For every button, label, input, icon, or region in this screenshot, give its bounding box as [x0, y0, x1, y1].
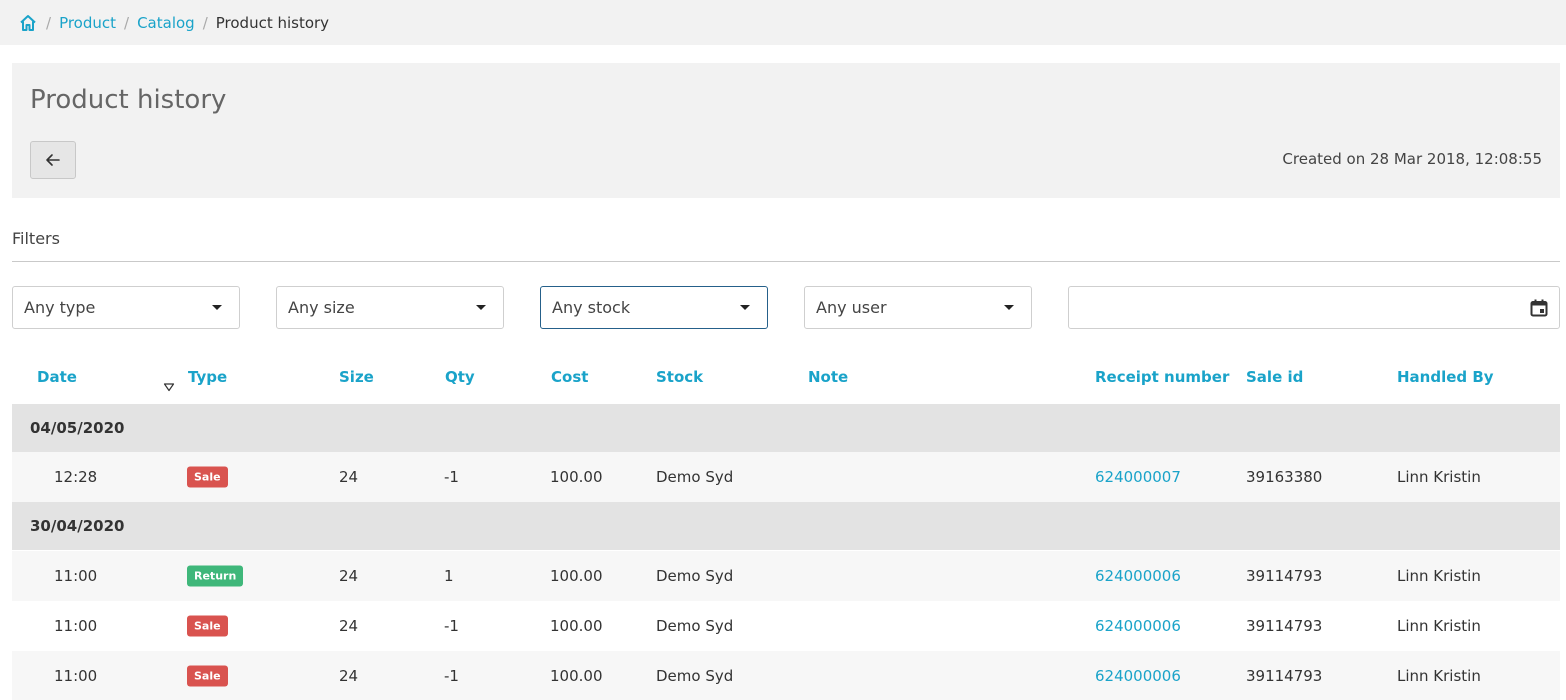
row-stock: Demo Syd [656, 666, 734, 685]
back-button[interactable] [30, 141, 76, 179]
row-handled-by: Linn Kristin [1397, 567, 1481, 585]
row-time: 11:00 [54, 617, 98, 635]
row-size: 24 [339, 468, 359, 486]
column-header-qty[interactable]: Qty [445, 368, 475, 386]
table-row[interactable]: 11:00 Return 24 1 100.00 Demo Syd 624000… [12, 551, 1560, 601]
row-type: Sale [187, 615, 228, 637]
arrow-left-icon [46, 154, 60, 166]
row-size: 24 [339, 617, 359, 635]
row-type: Sale [187, 466, 228, 488]
size-filter-value: Any size [288, 298, 355, 317]
caret-down-icon [1004, 305, 1014, 310]
row-cost: 100.00 [550, 617, 603, 635]
row-type: Return [187, 565, 244, 587]
row-receipt-link[interactable]: 624000006 [1095, 567, 1181, 585]
breadcrumb: / Product / Catalog / Product history [0, 0, 1566, 45]
row-receipt-link[interactable]: 624000006 [1095, 667, 1181, 685]
row-type: Sale [187, 665, 228, 686]
row-sale-id: 39114793 [1246, 666, 1323, 685]
row-qty: -1 [444, 468, 459, 486]
calendar-icon[interactable] [1529, 298, 1549, 318]
caret-down-icon [212, 305, 222, 310]
row-size: 24 [339, 567, 359, 585]
row-time: 11:00 [54, 567, 98, 585]
home-icon[interactable] [18, 13, 38, 33]
caret-down-icon [740, 305, 750, 310]
created-timestamp: Created on 28 Mar 2018, 12:08:55 [1282, 150, 1542, 168]
row-qty: -1 [444, 666, 459, 685]
row-cost: 100.00 [550, 666, 603, 685]
sort-descending-icon[interactable] [163, 377, 175, 392]
column-header-note[interactable]: Note [808, 368, 848, 386]
row-sale-id: 39114793 [1246, 617, 1323, 635]
table-row[interactable]: 11:00 Sale 24 -1 100.00 Demo Syd 6240000… [12, 651, 1560, 700]
row-handled-by: Linn Kristin [1397, 617, 1481, 635]
breadcrumb-separator: / [124, 13, 130, 32]
breadcrumb-separator: / [46, 13, 52, 32]
row-cost: 100.00 [550, 567, 603, 585]
type-filter-select[interactable]: Any type [12, 286, 240, 329]
row-handled-by: Linn Kristin [1397, 468, 1481, 486]
row-qty: 1 [444, 567, 454, 585]
column-header-stock[interactable]: Stock [656, 368, 703, 386]
stock-filter-select[interactable]: Any stock [540, 286, 768, 329]
date-group-row: 04/05/2020 [12, 404, 1560, 452]
column-header-sale-id[interactable]: Sale id [1246, 368, 1303, 386]
column-header-size[interactable]: Size [339, 368, 374, 386]
date-range-input[interactable] [1068, 286, 1560, 329]
breadcrumb-separator: / [202, 13, 208, 32]
row-qty: -1 [444, 617, 459, 635]
caret-down-icon [476, 305, 486, 310]
date-group-row: 30/04/2020 [12, 502, 1560, 550]
header-panel: Product history Created on 28 Mar 2018, … [12, 63, 1560, 198]
sale-badge: Sale [187, 466, 228, 488]
column-header-cost[interactable]: Cost [551, 368, 588, 386]
column-header-receipt-number[interactable]: Receipt number [1095, 368, 1229, 386]
column-header-date[interactable]: Date [37, 368, 77, 386]
row-stock: Demo Syd [656, 468, 734, 486]
breadcrumb-product-link[interactable]: Product [59, 14, 116, 32]
group-date: 04/05/2020 [30, 419, 125, 437]
breadcrumb-current: Product history [215, 13, 330, 32]
row-stock: Demo Syd [656, 617, 734, 635]
user-filter-select[interactable]: Any user [804, 286, 1032, 329]
row-size: 24 [339, 666, 359, 685]
row-time: 11:00 [54, 666, 98, 685]
table-row[interactable]: 12:28 Sale 24 -1 100.00 Demo Syd 6240000… [12, 452, 1560, 502]
sale-badge: Sale [187, 665, 228, 686]
row-cost: 100.00 [550, 468, 603, 486]
row-receipt-link[interactable]: 624000006 [1095, 617, 1181, 635]
filters-divider [12, 261, 1560, 262]
row-stock: Demo Syd [656, 567, 734, 585]
row-handled-by: Linn Kristin [1397, 666, 1481, 685]
stock-filter-value: Any stock [552, 298, 631, 317]
row-time: 12:28 [54, 468, 98, 486]
filters-title: Filters [12, 229, 60, 248]
column-header-type[interactable]: Type [188, 368, 227, 386]
breadcrumb-catalog-link[interactable]: Catalog [137, 14, 195, 32]
type-filter-value: Any type [24, 298, 96, 317]
table-row[interactable]: 11:00 Sale 24 -1 100.00 Demo Syd 6240000… [12, 601, 1560, 651]
row-sale-id: 39114793 [1246, 567, 1323, 585]
sale-badge: Sale [187, 615, 228, 637]
group-date: 30/04/2020 [30, 517, 125, 535]
size-filter-select[interactable]: Any size [276, 286, 504, 329]
row-receipt-link[interactable]: 624000007 [1095, 468, 1181, 486]
page-title: Product history [30, 85, 227, 115]
user-filter-value: Any user [816, 298, 887, 317]
column-header-handled-by[interactable]: Handled By [1397, 368, 1494, 386]
return-badge: Return [187, 565, 244, 587]
row-sale-id: 39163380 [1246, 468, 1323, 486]
